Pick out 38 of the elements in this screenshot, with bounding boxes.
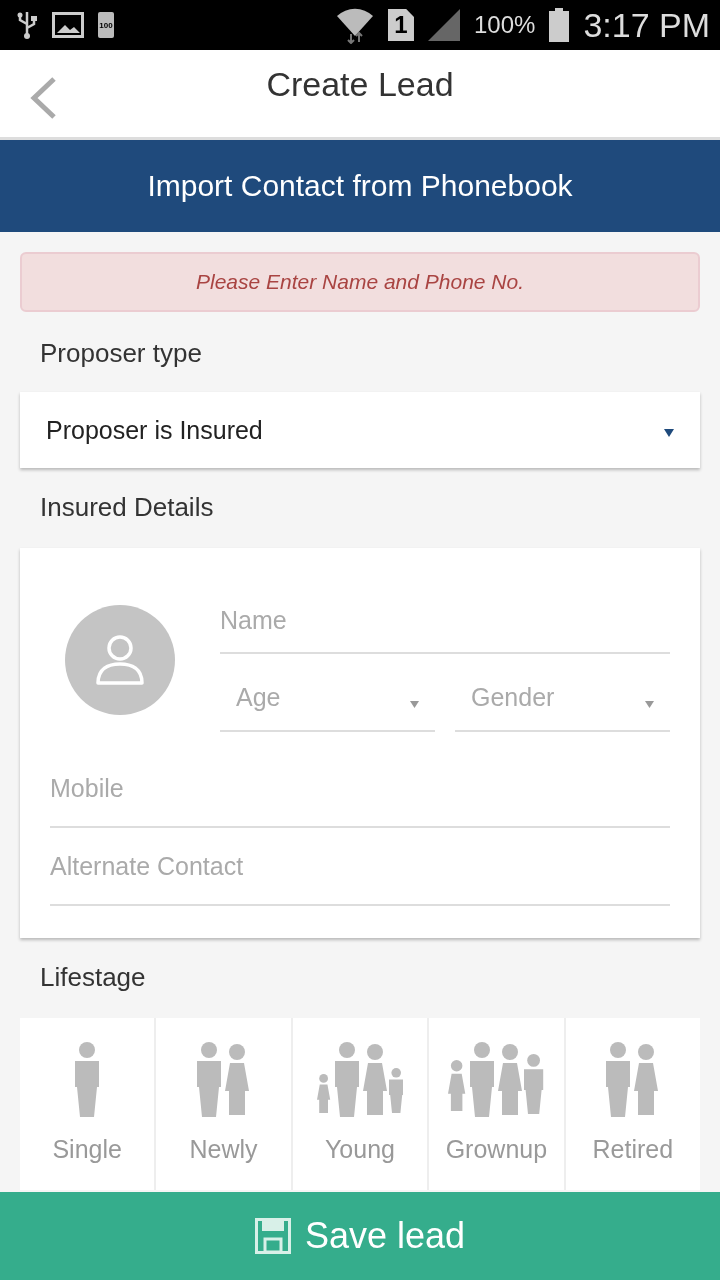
sim-icon: 1 bbox=[388, 9, 414, 41]
caret-icon bbox=[645, 700, 654, 708]
family-icon bbox=[317, 1042, 403, 1117]
save-lead-button[interactable]: Save lead bbox=[0, 1192, 720, 1280]
gender-dropdown[interactable]: Gender bbox=[455, 664, 670, 732]
clock: 3:17 PM bbox=[583, 5, 710, 45]
lifestage-option[interactable]: Young bbox=[292, 1018, 428, 1190]
battery-icon: 100 bbox=[98, 12, 114, 38]
caret-icon bbox=[664, 429, 674, 437]
section-label: Proposer type bbox=[39, 337, 203, 370]
proposer-type-dropdown[interactable]: Proposer is Insured bbox=[20, 392, 700, 468]
lifestage-option[interactable]: Single bbox=[20, 1018, 155, 1190]
couple-icon bbox=[196, 1042, 251, 1117]
wifi-icon bbox=[336, 6, 374, 44]
alternate-contact-field[interactable]: Alternate Contact bbox=[50, 828, 670, 906]
name-field[interactable]: Name bbox=[220, 588, 670, 654]
lifestage-option[interactable]: Newly bbox=[156, 1018, 291, 1190]
error-alert: Please Enter Name and Phone No. bbox=[20, 252, 700, 312]
screen-title: Create Lead bbox=[266, 65, 454, 104]
age-dropdown[interactable]: Age bbox=[220, 664, 435, 732]
back-icon[interactable] bbox=[28, 76, 58, 120]
couple-icon bbox=[605, 1042, 660, 1117]
caret-icon bbox=[410, 700, 419, 708]
battery-icon bbox=[549, 8, 570, 42]
image-icon bbox=[52, 12, 84, 38]
section-label: Lifestage bbox=[39, 961, 147, 994]
usb-icon bbox=[16, 10, 38, 40]
family-icon bbox=[448, 1042, 545, 1117]
section-label: Insured Details bbox=[39, 491, 215, 524]
battery-level: 100% bbox=[474, 11, 536, 39]
import-contact-button[interactable]: Import Contact from Phonebook bbox=[0, 140, 720, 232]
lifestage-option[interactable]: Retired bbox=[565, 1018, 700, 1190]
person-icon bbox=[95, 633, 145, 687]
lifestage-option[interactable]: Grownup bbox=[429, 1018, 564, 1190]
mobile-field[interactable]: Mobile bbox=[50, 750, 670, 828]
save-icon bbox=[254, 1218, 291, 1254]
person-icon bbox=[75, 1042, 100, 1117]
signal-icon bbox=[428, 9, 460, 41]
